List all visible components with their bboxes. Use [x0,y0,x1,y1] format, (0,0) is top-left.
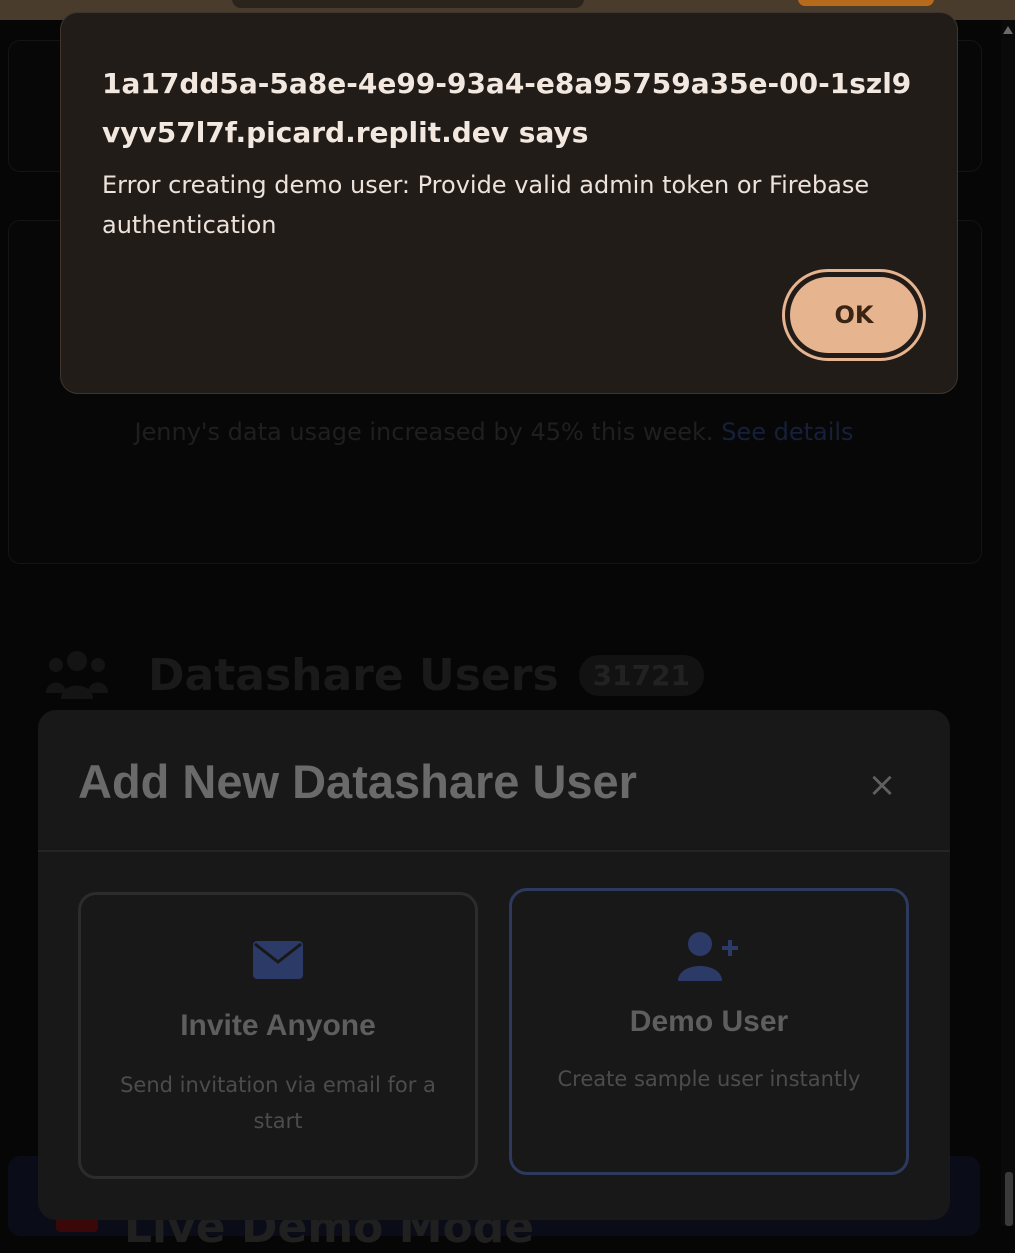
ok-button[interactable]: OK [790,277,918,353]
live-indicator-icon [56,1218,98,1232]
scrollbar-thumb[interactable] [1005,1172,1013,1226]
scrollbar[interactable] [1001,20,1015,1226]
invite-anyone-title: Invite Anyone [180,1009,376,1042]
scroll-up-arrow-icon[interactable] [1003,26,1013,34]
section-title: Datashare Users [148,649,559,701]
close-icon[interactable]: × [867,768,897,802]
usage-alert: Jenny's data usage increased by 45% this… [0,418,988,446]
users-icon [46,651,108,699]
modal-divider [38,850,950,852]
demo-user-title: Demo User [629,1005,789,1038]
see-details-link[interactable]: See details [721,418,853,446]
dialog-origin: 1a17dd5a-5a8e-4e99-93a4-e8a95759a35e-00-… [102,67,912,149]
datashare-users-header: Datashare Users 31721 [46,645,705,705]
demo-user-description: Create sample user instantly [557,1067,861,1091]
address-bar[interactable] [232,0,584,8]
envelope-icon [253,941,303,979]
demo-user-option[interactable]: Demo User Create sample user instantly [509,888,909,1175]
usage-alert-text: Jenny's data usage increased by 45% this… [134,418,714,446]
add-user-modal: Add New Datashare User × Invite Anyone S… [38,710,950,1220]
invite-anyone-description: Send invitation via email for a start [120,1073,436,1133]
user-count-badge: 31721 [578,654,705,696]
dialog-message: Error creating demo user: Provide valid … [102,171,870,239]
browser-alert-dialog: 1a17dd5a-5a8e-4e99-93a4-e8a95759a35e-00-… [60,12,958,394]
invite-anyone-option[interactable]: Invite Anyone Send invitation via email … [78,892,478,1179]
user-plus-icon [678,932,738,981]
ok-button-focus-ring: OK [782,269,926,361]
browser-action-button[interactable] [798,0,934,6]
modal-title: Add New Datashare User [78,755,637,808]
